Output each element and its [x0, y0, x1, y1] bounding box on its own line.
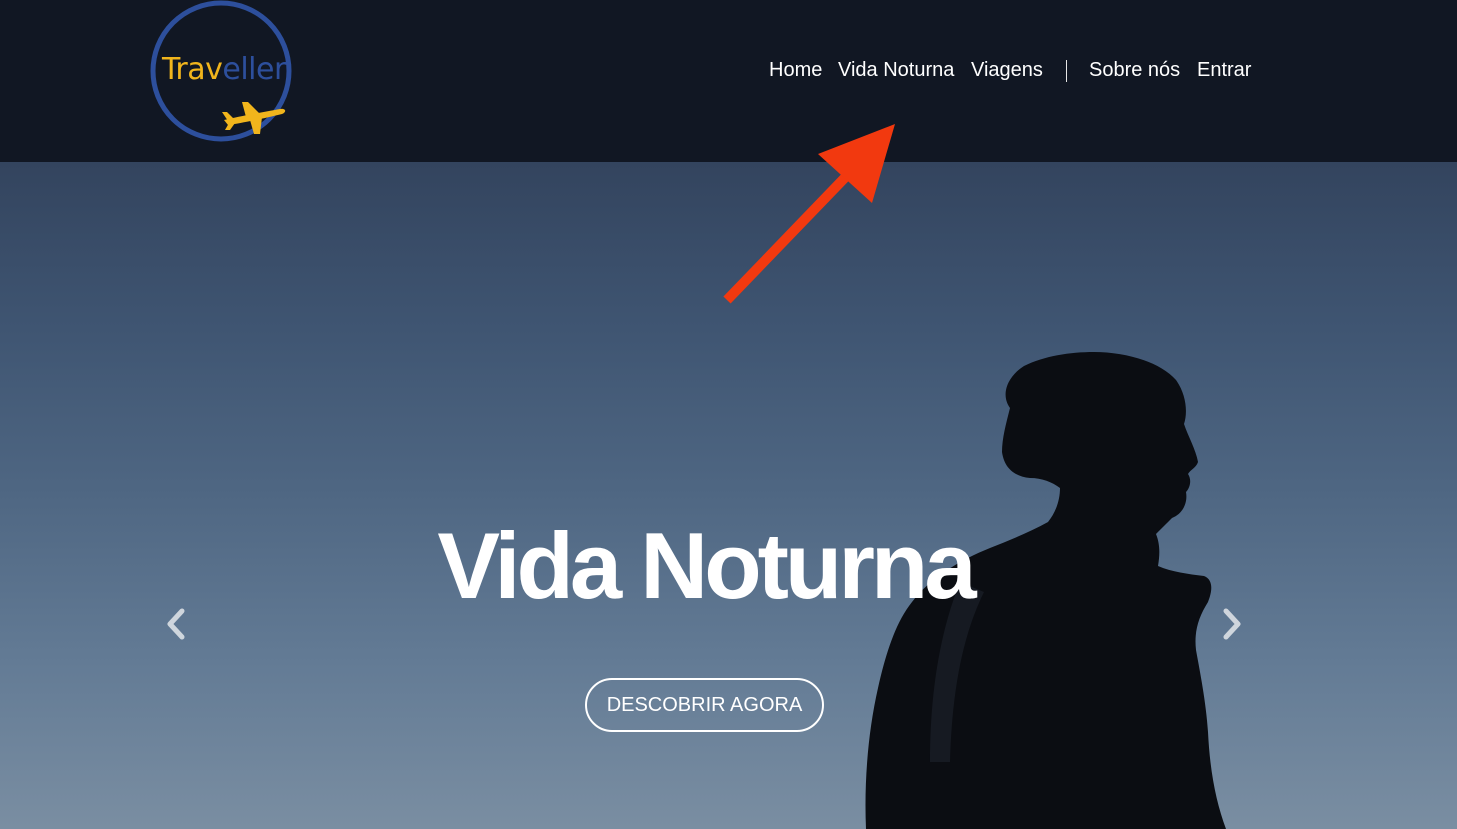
- hero-title: Vida Noturna: [437, 513, 976, 618]
- page: Traveller Home Vida Noturna Viagens Sobr…: [0, 0, 1457, 829]
- nav-divider: [1066, 60, 1067, 82]
- nav-about-link[interactable]: Sobre nós: [1089, 56, 1180, 84]
- discover-now-button[interactable]: DESCOBRIR AGORA: [585, 678, 824, 732]
- nav-home-link[interactable]: Home: [769, 56, 822, 84]
- airplane-icon: [222, 102, 286, 134]
- nav-nightlife-link[interactable]: Vida Noturna: [838, 56, 954, 84]
- hero-carousel: Vida Noturna DESCOBRIR AGORA: [0, 162, 1457, 829]
- nav-trips-link[interactable]: Viagens: [971, 56, 1043, 84]
- nav-login-link[interactable]: Entrar: [1197, 56, 1251, 84]
- site-header: Traveller Home Vida Noturna Viagens Sobr…: [0, 0, 1457, 162]
- main-nav: Home Vida Noturna Viagens Sobre nós Entr…: [0, 56, 1457, 86]
